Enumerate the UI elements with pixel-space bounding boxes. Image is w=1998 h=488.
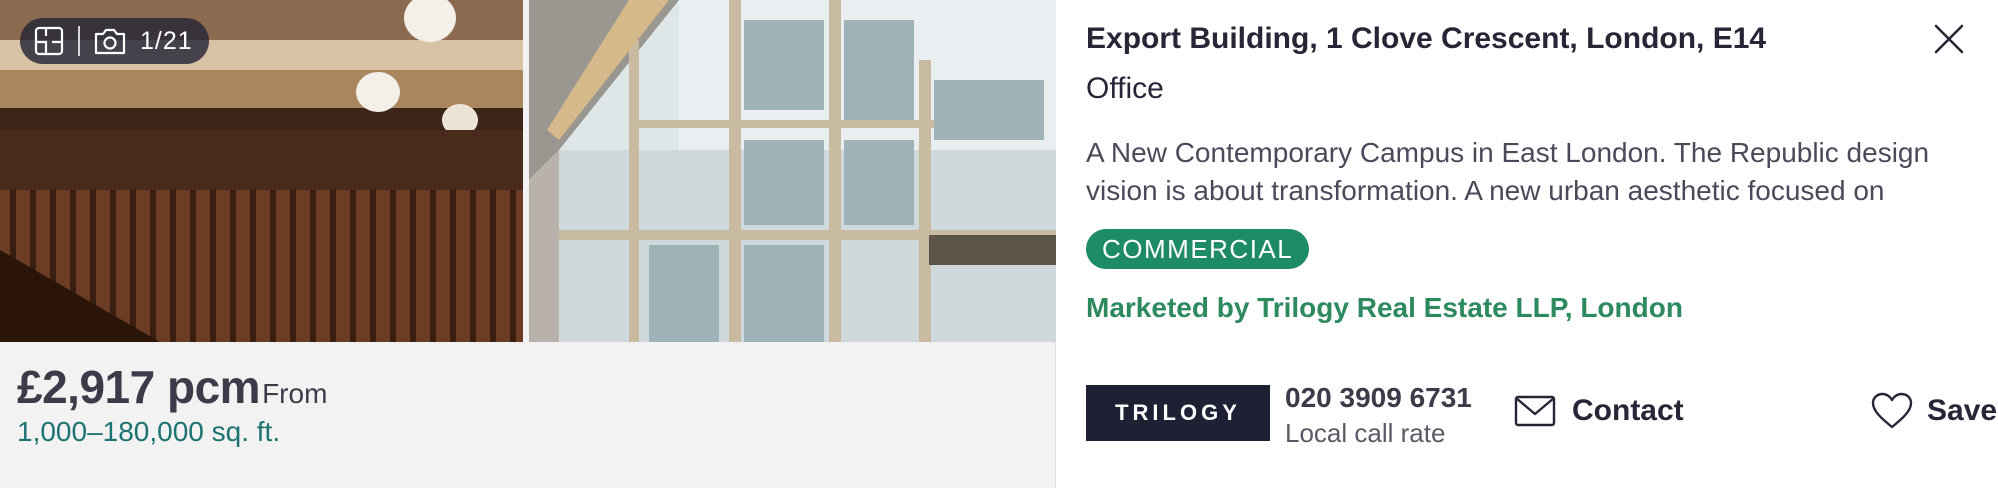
badge-divider bbox=[78, 26, 80, 56]
contact-label: Contact bbox=[1572, 394, 1684, 427]
property-type: Office bbox=[1086, 72, 1164, 105]
price: £2,917 pcm bbox=[17, 361, 261, 413]
details-panel: Export Building, 1 Clove Crescent, Londo… bbox=[1057, 0, 1998, 488]
category-tag: COMMERCIAL bbox=[1086, 229, 1310, 269]
envelope-icon bbox=[1514, 395, 1556, 427]
save-button[interactable]: Save bbox=[1871, 392, 1997, 430]
heart-icon bbox=[1871, 392, 1913, 429]
save-label: Save bbox=[1927, 394, 1998, 427]
size-range: 1,000–180,000 sq. ft. bbox=[17, 416, 281, 447]
close-icon bbox=[1934, 24, 1964, 54]
close-button[interactable] bbox=[1932, 22, 1966, 56]
camera-icon[interactable] bbox=[94, 27, 126, 55]
phone-note: Local call rate bbox=[1285, 418, 1446, 448]
agent-logo[interactable]: TRILOGY bbox=[1086, 385, 1270, 441]
phone-number[interactable]: 020 3909 6731 bbox=[1285, 382, 1472, 414]
glass-atrium-image bbox=[529, 0, 1056, 342]
property-card[interactable]: 1/21 £2,917 pcm From 1,000–180,000 sq. f… bbox=[0, 0, 1998, 488]
marketed-by-link[interactable]: Marketed by Trilogy Real Estate LLP, Lon… bbox=[1086, 292, 1683, 324]
gallery-badge[interactable]: 1/21 bbox=[20, 18, 209, 64]
listing-description: A New Contemporary Campus in East London… bbox=[1086, 137, 1930, 206]
gallery-panel: 1/21 £2,917 pcm From 1,000–180,000 sq. f… bbox=[0, 0, 1056, 488]
floorplan-icon[interactable] bbox=[34, 26, 64, 56]
photo-counter: 1/21 bbox=[140, 26, 193, 55]
price-area: £2,917 pcm From 1,000–180,000 sq. ft. bbox=[17, 360, 327, 448]
agent-row: TRILOGY 020 3909 6731 Local call rate Co… bbox=[1086, 382, 1997, 454]
price-qualifier: From bbox=[262, 378, 328, 409]
photo-glass-atrium[interactable] bbox=[529, 0, 1056, 342]
phone-block[interactable]: 020 3909 6731 Local call rate bbox=[1285, 382, 1472, 449]
listing-title[interactable]: Export Building, 1 Clove Crescent, Londo… bbox=[1086, 22, 1766, 56]
contact-button[interactable]: Contact bbox=[1514, 394, 1684, 428]
